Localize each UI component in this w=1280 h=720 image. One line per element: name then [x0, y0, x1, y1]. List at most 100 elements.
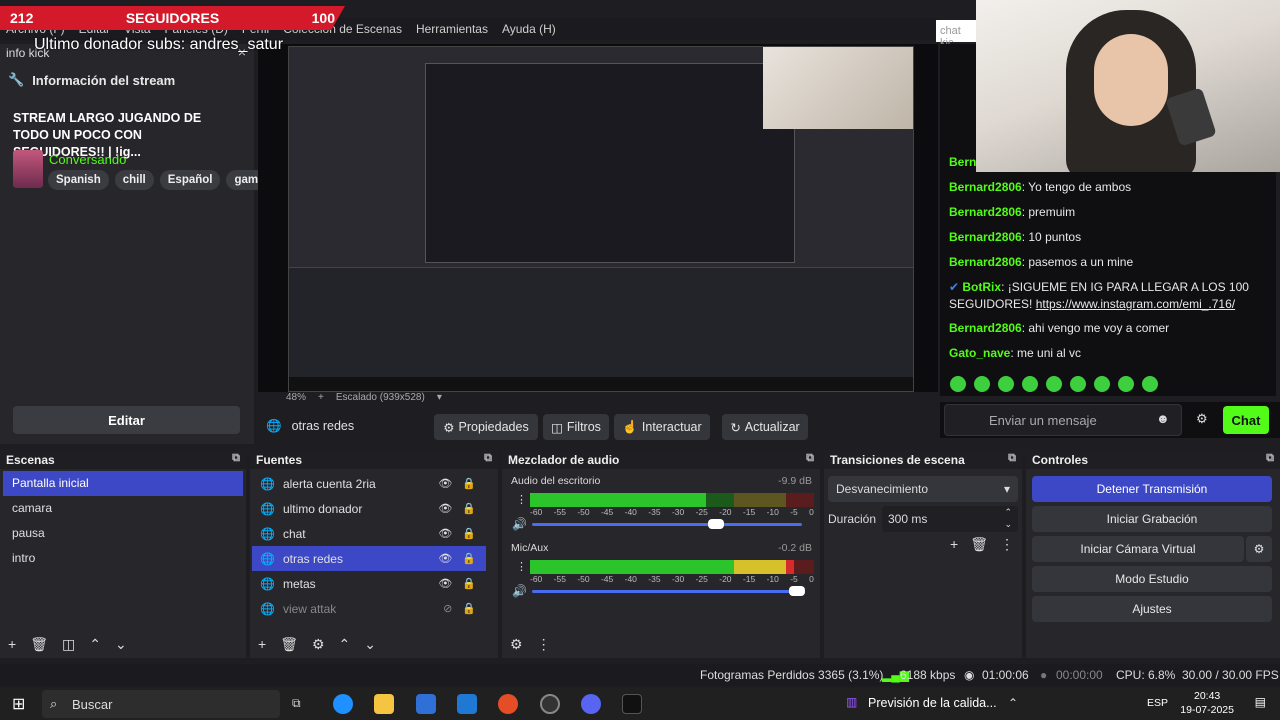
lock-icon[interactable]: 🔒	[462, 602, 476, 615]
emote-icon[interactable]	[1070, 376, 1086, 392]
emote-icon[interactable]	[974, 376, 990, 392]
edit-button[interactable]: Editar	[13, 406, 240, 434]
more-vertical-icon[interactable]: ⋮	[516, 560, 527, 573]
start-virtual-camera-button[interactable]: Iniciar Cámara Virtual	[1032, 536, 1244, 562]
taskbar-clock[interactable]: 20:43 19-07-2025	[1180, 689, 1234, 717]
language-indicator[interactable]: ESP	[1147, 697, 1168, 709]
zoom-in-icon[interactable]: +	[318, 392, 324, 406]
emote-icon[interactable]	[1046, 376, 1062, 392]
arrow-up-icon[interactable]: ⌃	[339, 636, 351, 653]
source-item[interactable]: 🌐 otras redes 👁 🔒	[252, 546, 486, 571]
interact-button[interactable]: ☝ Interactuar	[614, 414, 710, 440]
stepper-icon[interactable]: ⌃ ⌄	[1004, 506, 1012, 530]
lock-icon[interactable]: 🔒	[462, 527, 476, 540]
program-preview[interactable]	[258, 44, 938, 394]
transition-select[interactable]: Desvanecimiento ▾	[828, 476, 1018, 502]
file-explorer-icon[interactable]	[374, 694, 394, 714]
scene-item[interactable]: pausa	[3, 521, 243, 546]
undock-icon[interactable]: ⧉	[806, 452, 814, 465]
eye-icon[interactable]: 👁	[438, 502, 452, 515]
virtual-camera-settings-button[interactable]: ⚙	[1246, 536, 1272, 562]
taskbar-app-label[interactable]: Previsión de la calida...	[868, 696, 997, 710]
taskbar-search[interactable]: ⌕ Buscar	[42, 690, 280, 718]
add-icon[interactable]: +	[950, 536, 958, 553]
arrow-down-icon[interactable]: ⌄	[115, 636, 127, 653]
eye-icon[interactable]: 👁	[438, 552, 452, 565]
gear-icon[interactable]: ⚙	[312, 636, 325, 653]
chat-username[interactable]: Bern	[949, 155, 976, 169]
arrow-up-icon[interactable]: ⌃	[89, 636, 101, 653]
store-icon[interactable]	[416, 694, 436, 714]
chat-username[interactable]: Bernard2806	[949, 180, 1022, 194]
lock-icon[interactable]: 🔒	[462, 552, 476, 565]
arrow-down-icon[interactable]: ⌄	[364, 636, 376, 653]
trash-icon[interactable]: 🗑	[280, 636, 298, 653]
refresh-button[interactable]: ↻ Actualizar	[722, 414, 808, 440]
start-recording-button[interactable]: Iniciar Grabación	[1032, 506, 1272, 532]
edge-icon[interactable]	[333, 694, 353, 714]
chat-username[interactable]: Gato_nave	[949, 346, 1010, 360]
chat-search-input[interactable]: chat kic	[936, 20, 976, 49]
more-vertical-icon[interactable]: ⋮	[537, 636, 551, 653]
lock-icon[interactable]: 🔒	[462, 502, 476, 515]
chat-message-input[interactable]: Enviar un mensaje	[944, 404, 1182, 436]
emote-icon[interactable]	[1094, 376, 1110, 392]
speaker-icon[interactable]: 🔊	[512, 517, 527, 531]
tag[interactable]: Spanish	[48, 170, 109, 190]
chevron-down-icon[interactable]: ▾	[437, 392, 442, 406]
menu-tools[interactable]: Herramientas	[416, 22, 488, 36]
scale-label[interactable]: Escalado (939x528)	[336, 392, 425, 406]
properties-button[interactable]: ⚙ Propiedades	[434, 414, 538, 440]
stop-streaming-button[interactable]: Detener Transmisión	[1032, 476, 1272, 502]
undock-icon[interactable]: ⧉	[232, 452, 240, 465]
trash-icon[interactable]: 🗑	[30, 636, 48, 653]
eye-icon[interactable]: 👁	[438, 577, 452, 590]
volume-knob[interactable]	[788, 586, 805, 596]
emote-icon[interactable]	[1118, 376, 1134, 392]
chat-username[interactable]: Bernard2806	[949, 230, 1022, 244]
add-icon[interactable]: +	[8, 636, 16, 652]
chat-username[interactable]: BotRix	[962, 280, 1001, 294]
more-vertical-icon[interactable]: ⋮	[1000, 536, 1014, 553]
lock-icon[interactable]: 🔒	[462, 477, 476, 490]
add-icon[interactable]: +	[258, 636, 266, 652]
obs-icon[interactable]	[540, 694, 560, 714]
emote-icon[interactable]	[950, 376, 966, 392]
gear-icon[interactable]: ⚙	[510, 636, 523, 653]
volume-knob[interactable]	[707, 519, 724, 529]
emote-icon[interactable]	[1022, 376, 1038, 392]
filter-icon[interactable]: ◫	[62, 636, 75, 653]
chat-link[interactable]: https://www.instagram.com/emi_.716/	[1036, 297, 1235, 311]
menu-help[interactable]: Ayuda (H)	[502, 22, 556, 36]
chevron-up-icon[interactable]: ⌃	[1008, 696, 1018, 710]
task-view-icon[interactable]: ⧉	[292, 696, 301, 711]
tag[interactable]: Español	[159, 170, 221, 190]
speaker-icon[interactable]: 🔊	[512, 584, 527, 598]
eye-hidden-icon[interactable]: ⊘	[443, 602, 452, 615]
source-item[interactable]: 🌐 chat 👁 🔒	[252, 521, 486, 546]
volume-slider[interactable]	[532, 586, 805, 596]
stream-category[interactable]: Conversando	[49, 152, 126, 167]
lock-icon[interactable]: 🔒	[462, 577, 476, 590]
discord-icon[interactable]	[581, 694, 601, 714]
scene-item[interactable]: intro	[3, 546, 243, 571]
filters-button[interactable]: ◫ Filtros	[543, 414, 609, 440]
send-chat-button[interactable]: Chat	[1223, 406, 1269, 434]
undock-icon[interactable]: ⧉	[1008, 452, 1016, 465]
scene-item[interactable]: Pantalla inicial	[3, 471, 243, 496]
emote-icon[interactable]	[1142, 376, 1158, 392]
source-item[interactable]: 🌐 view attak ⊘ 🔒	[252, 596, 486, 621]
app-icon[interactable]	[622, 694, 642, 714]
chat-username[interactable]: Bernard2806	[949, 255, 1022, 269]
scene-item[interactable]: camara	[3, 496, 243, 521]
chrome-icon[interactable]	[498, 694, 518, 714]
chat-username[interactable]: Bernard2806	[949, 205, 1022, 219]
windows-start-icon[interactable]: ⊞	[12, 694, 25, 714]
zoom-level[interactable]: 48%	[286, 392, 306, 406]
volume-slider[interactable]	[532, 519, 802, 529]
source-item[interactable]: 🌐 metas 👁 🔒	[252, 571, 486, 596]
emoji-icon[interactable]: ☻	[1156, 411, 1170, 426]
more-vertical-icon[interactable]: ⋮	[516, 493, 527, 506]
eye-icon[interactable]: 👁	[438, 527, 452, 540]
mail-icon[interactable]	[457, 694, 477, 714]
